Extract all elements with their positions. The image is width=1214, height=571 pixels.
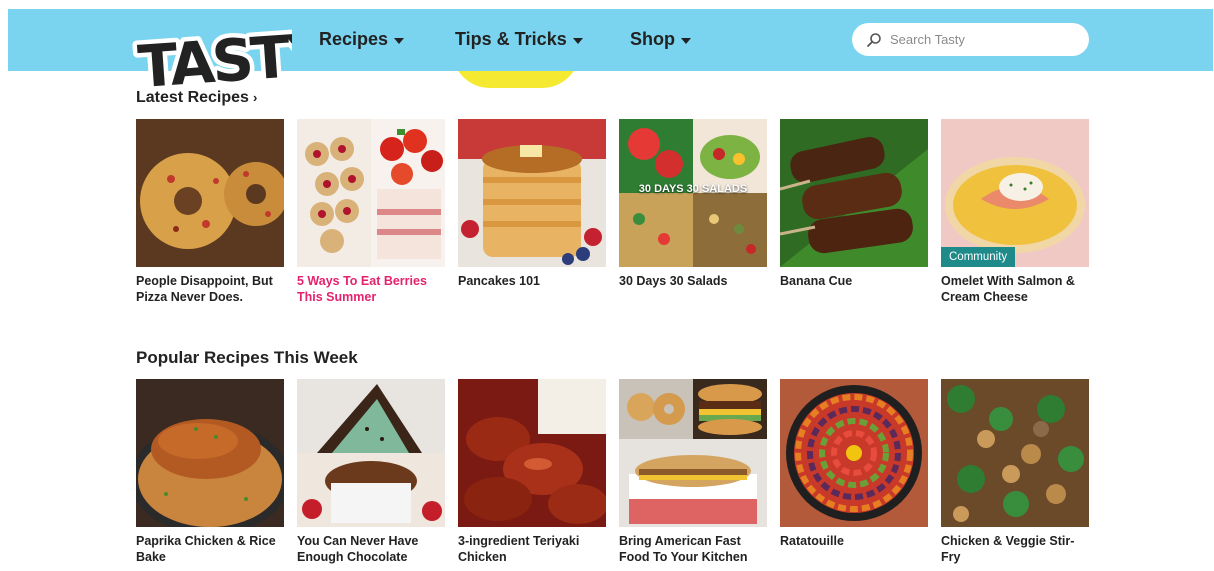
recipe-title[interactable]: People Disappoint, But Pizza Never Does. <box>136 273 284 305</box>
recipe-title[interactable]: 3-ingredient Teriyaki Chicken <box>458 533 606 565</box>
recipe-image-pancakes[interactable] <box>458 119 606 267</box>
recipe-image-berries[interactable] <box>297 119 445 267</box>
recipe-card[interactable]: Community Omelet With Salmon & Cream Che… <box>941 119 1089 305</box>
recipe-card[interactable]: 3-ingredient Teriyaki Chicken <box>458 379 606 565</box>
search-icon <box>867 32 881 47</box>
recipe-title[interactable]: You Can Never Have Enough Chocolate <box>297 533 445 565</box>
popular-recipes-heading: Popular Recipes This Week <box>136 348 358 368</box>
recipe-card[interactable]: People Disappoint, But Pizza Never Does. <box>136 119 284 305</box>
recipe-card[interactable]: Ratatouille <box>780 379 928 549</box>
recipe-title[interactable]: 5 Ways To Eat Berries This Summer <box>297 273 445 305</box>
latest-recipes-grid: People Disappoint, But Pizza Never Does. <box>136 119 1090 319</box>
chevron-down-icon <box>572 37 583 44</box>
recipe-image-teriyaki[interactable] <box>458 379 606 527</box>
nav-shop[interactable]: Shop <box>630 29 691 50</box>
search-input[interactable] <box>890 32 1070 47</box>
recipe-card[interactable]: Banana Cue <box>780 119 928 289</box>
recipe-card[interactable]: Paprika Chicken & Rice Bake <box>136 379 284 565</box>
recipe-image-chocolate[interactable] <box>297 379 445 527</box>
tasty-logo[interactable]: TASTY TASTY <box>131 12 337 105</box>
chevron-down-icon <box>681 37 691 44</box>
nav-recipes-label: Recipes <box>319 29 389 49</box>
recipe-title[interactable]: Chicken & Veggie Stir-Fry <box>941 533 1089 565</box>
recipe-card[interactable]: Chicken & Veggie Stir-Fry <box>941 379 1089 565</box>
recipe-title[interactable]: Omelet With Salmon & Cream Cheese <box>941 273 1089 305</box>
recipe-card[interactable]: You Can Never Have Enough Chocolate <box>297 379 445 565</box>
nav-recipes[interactable]: Recipes <box>319 29 405 50</box>
recipe-card[interactable]: Bring American Fast Food To Your Kitchen <box>619 379 767 565</box>
recipe-title[interactable]: Banana Cue <box>780 273 928 289</box>
popular-recipes-grid: Paprika Chicken & Rice Bake You Can Neve… <box>136 379 1090 571</box>
recipe-image-fast-food[interactable] <box>619 379 767 527</box>
image-overlay-text: 30 DAYS 30 SALADS <box>638 183 748 195</box>
recipe-title[interactable]: Bring American Fast Food To Your Kitchen <box>619 533 767 565</box>
nav-shop-label: Shop <box>630 29 675 49</box>
community-badge[interactable]: Community <box>941 247 1016 267</box>
recipe-card[interactable]: 30 DAYS 30 SALADS 30 Days 30 Salads <box>619 119 767 289</box>
search-box[interactable] <box>852 23 1089 56</box>
popular-recipes-title: Popular Recipes This Week <box>136 348 358 367</box>
logo-text: TASTY <box>136 20 292 101</box>
nav-tips-tricks[interactable]: Tips & Tricks <box>455 29 583 50</box>
recipe-image-stir-fry[interactable] <box>941 379 1089 527</box>
recipe-card[interactable]: 5 Ways To Eat Berries This Summer <box>297 119 445 305</box>
recipe-image-omelet[interactable]: Community <box>941 119 1089 267</box>
recipe-image-ratatouille[interactable] <box>780 379 928 527</box>
recipe-image-pizza-bagels[interactable] <box>136 119 284 267</box>
tasty-logo-mark: TASTY TASTY <box>131 15 337 105</box>
recipe-title[interactable]: 30 Days 30 Salads <box>619 273 767 289</box>
recipe-title[interactable]: Pancakes 101 <box>458 273 606 289</box>
recipe-image-banana-cue[interactable] <box>780 119 928 267</box>
nav-tips-label: Tips & Tricks <box>455 29 567 49</box>
recipe-card[interactable]: Pancakes 101 <box>458 119 606 289</box>
recipe-title[interactable]: Ratatouille <box>780 533 928 549</box>
recipe-title[interactable]: Paprika Chicken & Rice Bake <box>136 533 284 565</box>
recipe-image-paprika-chicken[interactable] <box>136 379 284 527</box>
recipe-image-salads[interactable]: 30 DAYS 30 SALADS <box>619 119 767 267</box>
chevron-down-icon <box>394 37 405 44</box>
